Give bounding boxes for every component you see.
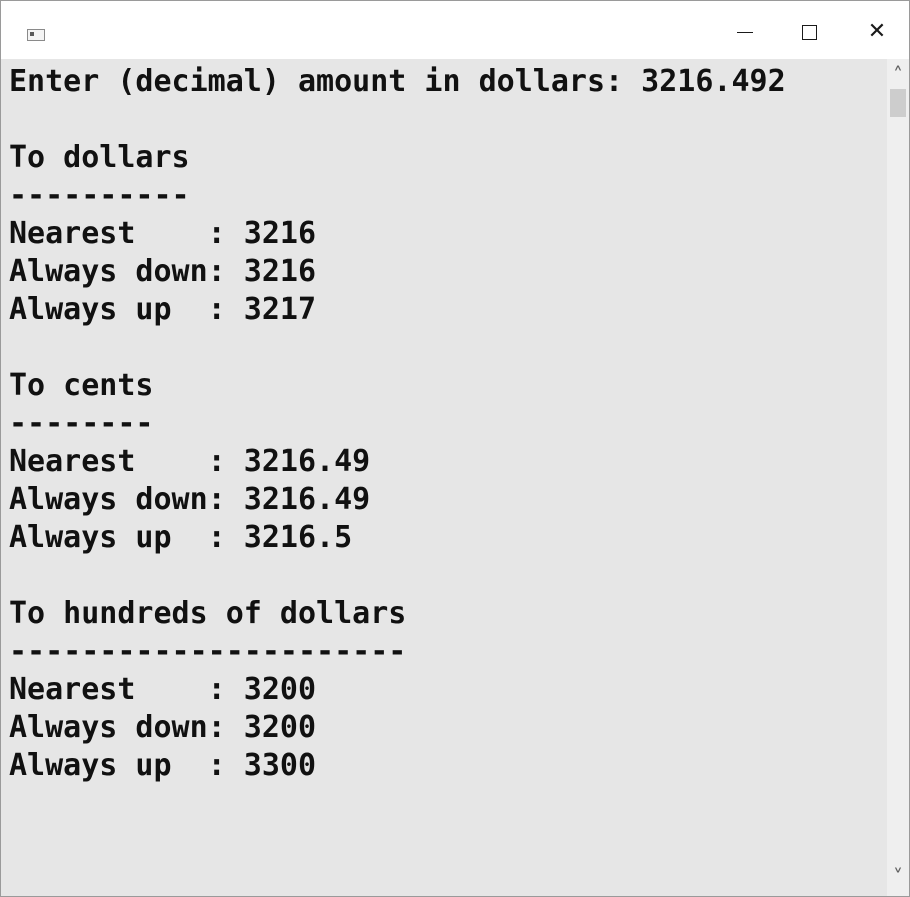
scroll-up-button[interactable]: ˄ — [887, 63, 909, 87]
output-line: Always up : 3217 — [9, 292, 317, 327]
output-line: Always down: 3216 — [9, 254, 317, 289]
console-output[interactable]: Enter (decimal) amount in dollars: 3216.… — [1, 59, 887, 896]
separator-line: ---------- — [9, 178, 190, 213]
scroll-down-button[interactable]: ˅ — [887, 865, 909, 889]
output-line: Always up : 3300 — [9, 748, 317, 783]
close-button[interactable]: ✕ — [845, 1, 909, 59]
chevron-down-icon: ˅ — [893, 865, 903, 889]
minimize-button[interactable] — [713, 1, 777, 59]
output-line: Always down: 3216.49 — [9, 482, 371, 517]
scrollbar-thumb[interactable] — [890, 89, 906, 117]
separator-line: ---------------------- — [9, 634, 407, 669]
output-line: Nearest : 3200 — [9, 672, 317, 707]
output-line: Always down: 3200 — [9, 710, 317, 745]
chevron-up-icon: ˄ — [893, 63, 903, 87]
close-icon: ✕ — [867, 18, 887, 44]
minimize-icon — [737, 31, 753, 33]
output-line: Nearest : 3216 — [9, 216, 317, 251]
section-heading-dollars: To dollars — [9, 140, 190, 175]
section-heading-hundreds: To hundreds of dollars — [9, 596, 407, 631]
console-app-icon[interactable] — [27, 29, 45, 41]
console-window: ✕ Enter (decimal) amount in dollars: 321… — [0, 0, 910, 897]
output-line: Nearest : 3216.49 — [9, 444, 371, 479]
maximize-button[interactable] — [777, 1, 841, 59]
vertical-scrollbar[interactable]: ˄ ˅ — [887, 59, 909, 896]
title-bar[interactable]: ✕ — [1, 1, 909, 59]
prompt-line: Enter (decimal) amount in dollars: 3216.… — [9, 64, 786, 99]
maximize-icon — [801, 24, 817, 40]
section-heading-cents: To cents — [9, 368, 154, 403]
separator-line: -------- — [9, 406, 154, 441]
output-line: Always up : 3216.5 — [9, 520, 353, 555]
